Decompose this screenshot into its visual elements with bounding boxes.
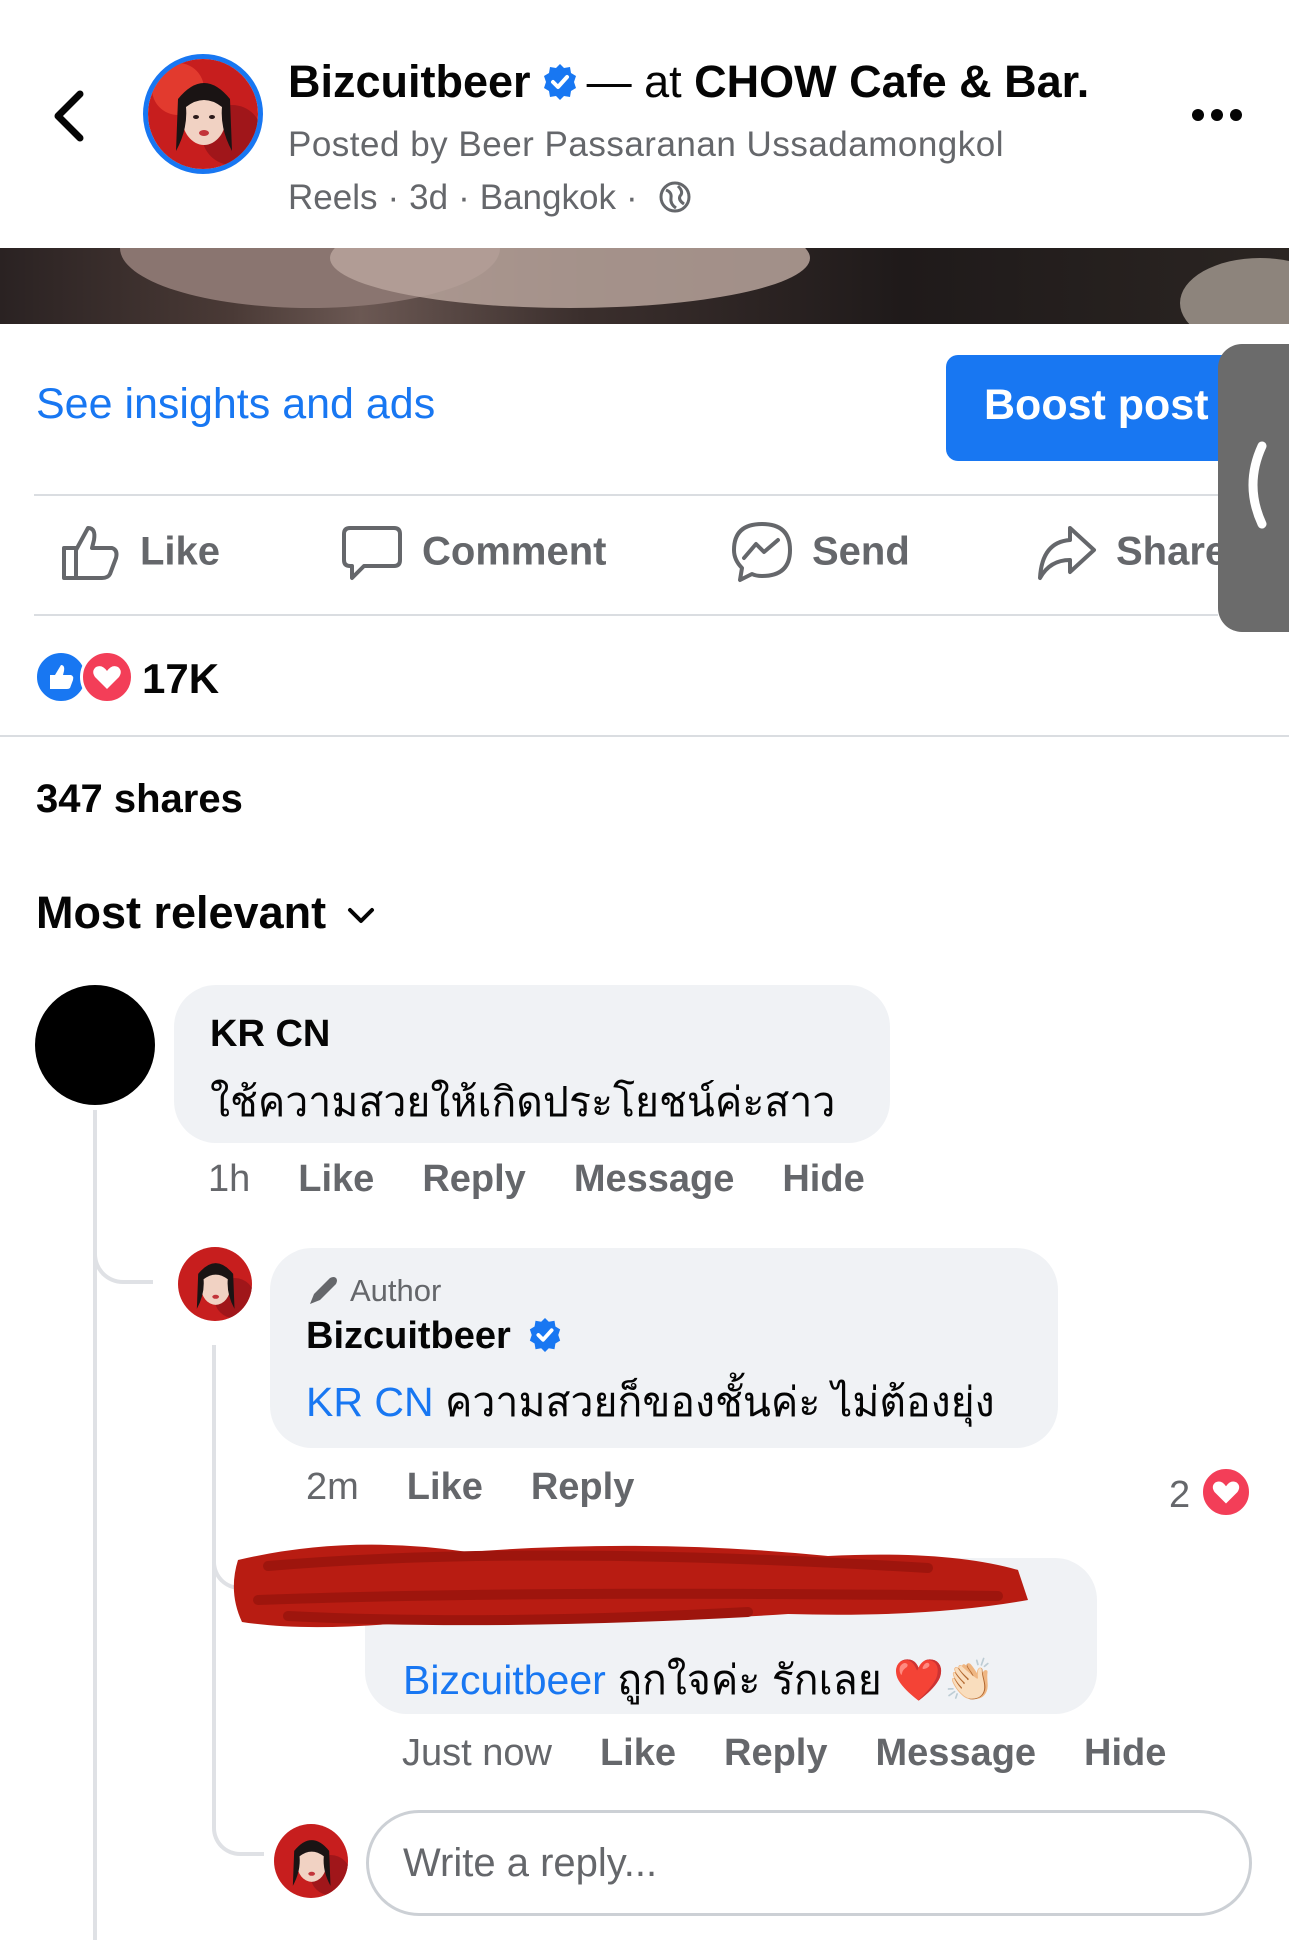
comment-reply-button[interactable]: Reply	[531, 1466, 634, 1508]
commenter-name[interactable]: Bizcuitbeer	[306, 1315, 511, 1357]
share-label: Share	[1116, 529, 1218, 574]
thread-line	[212, 1345, 216, 1825]
avatar-image	[148, 59, 258, 169]
comment-like-button[interactable]: Like	[407, 1466, 483, 1508]
reel-media-preview[interactable]	[0, 248, 1289, 324]
reaction-number: 2	[1169, 1474, 1191, 1516]
comment-time: 2m	[306, 1466, 359, 1508]
more-options-icon[interactable]	[1190, 107, 1244, 123]
comment-reaction-count[interactable]: 2	[1169, 1466, 1253, 1518]
shares-count[interactable]: 347 shares	[36, 777, 243, 822]
divider	[0, 735, 1289, 737]
comment-label: Comment	[422, 529, 607, 574]
post-meta: Reels · 3d · Bangkok ·	[288, 178, 692, 218]
share-arrow-icon	[1038, 526, 1096, 580]
verified-badge-icon	[543, 64, 576, 100]
love-reaction-icon	[1200, 1466, 1253, 1518]
meta-separator: ·	[625, 178, 638, 217]
post-type: Reels	[288, 178, 378, 217]
like-label: Like	[140, 529, 221, 574]
comment-bubble: KR CN ใช้ความสวยให้เกิดประโยชน์ค่ะสาว	[174, 985, 890, 1143]
back-chevron-icon[interactable]	[48, 88, 92, 144]
like-action-button[interactable]: Like	[58, 520, 220, 590]
love-reaction-icon	[80, 650, 134, 704]
comment-message-button[interactable]: Message	[876, 1732, 1037, 1774]
commenter-name-row: Bizcuitbeer	[306, 1315, 1058, 1358]
page-name[interactable]: Bizcuitbeer	[288, 56, 531, 107]
sort-label: Most relevant	[36, 887, 327, 938]
avatar-image	[178, 1247, 252, 1321]
pen-icon	[310, 1277, 337, 1304]
meta-separator: ·	[458, 178, 470, 217]
comment-reply-button[interactable]: Reply	[422, 1158, 525, 1200]
redaction-scribble	[233, 1544, 1029, 1628]
page-avatar[interactable]	[143, 54, 263, 174]
comment-actions: 1h Like Reply Message Hide	[208, 1158, 913, 1201]
share-action-button[interactable]: Share	[1034, 520, 1218, 590]
messenger-icon	[732, 522, 792, 582]
thread-connector	[93, 1230, 153, 1284]
thumbs-up-icon	[62, 526, 119, 580]
media-shape	[1180, 258, 1289, 324]
send-label: Send	[812, 529, 910, 574]
comment-sort-dropdown[interactable]: Most relevant	[36, 887, 376, 939]
divider	[34, 494, 1218, 496]
commenter-name[interactable]: KR CN	[210, 1013, 890, 1056]
location-prefix: — at	[586, 56, 682, 107]
comment-body: KR CN ความสวยก็ของชั้นค่ะ ไม่ต้องยุ่ง	[306, 1370, 1058, 1435]
comment-reply-button[interactable]: Reply	[724, 1732, 827, 1774]
comment-actions: 2m Like Reply	[306, 1466, 682, 1509]
chevron-down-icon	[348, 908, 375, 924]
comment-text: ความสวยก็ของชั้นค่ะ ไม่ต้องยุ่ง	[444, 1379, 995, 1425]
comment-action-button[interactable]: Comment	[340, 520, 606, 590]
divider	[34, 614, 1218, 616]
comment-like-button[interactable]: Like	[600, 1732, 676, 1774]
comment-message-button[interactable]: Message	[574, 1158, 735, 1200]
comment-body: Bizcuitbeer ถูกใจค่ะ รักเลย ❤️👏🏻	[403, 1648, 1097, 1713]
commenter-avatar[interactable]	[35, 985, 155, 1105]
comment-hide-button[interactable]: Hide	[782, 1158, 864, 1200]
post-age: 3d	[409, 178, 449, 217]
comment-hide-button[interactable]: Hide	[1084, 1732, 1166, 1774]
see-insights-link[interactable]: See insights and ads	[36, 380, 435, 429]
thread-connector	[212, 1800, 264, 1856]
reaction-count[interactable]: 17K	[142, 655, 219, 703]
post-city: Bangkok	[479, 178, 616, 217]
comment-text: ถูกใจค่ะ รักเลย ❤️👏🏻	[617, 1657, 996, 1703]
current-user-avatar	[274, 1824, 348, 1898]
comment-like-button[interactable]: Like	[298, 1158, 374, 1200]
post-title: Bizcuitbeer — at CHOW Cafe & Bar.	[288, 56, 1089, 108]
avatar-image	[274, 1824, 348, 1898]
globe-icon	[659, 181, 691, 213]
comment-time: 1h	[208, 1158, 251, 1200]
comment-time: Just now	[402, 1732, 552, 1774]
posted-by-text: Posted by Beer Passaranan Ussadamongkol	[288, 125, 1005, 164]
author-badge: Author	[306, 1272, 1058, 1309]
comment-actions: Just now Like Reply Message Hide	[402, 1732, 1214, 1775]
location-name[interactable]: CHOW Cafe & Bar.	[694, 56, 1089, 107]
author-avatar[interactable]	[178, 1247, 252, 1321]
verified-badge-icon	[530, 1317, 561, 1353]
mention-link[interactable]: Bizcuitbeer	[403, 1657, 606, 1703]
reply-input[interactable]	[366, 1810, 1252, 1916]
meta-separator: ·	[387, 178, 400, 217]
side-chevron-icon[interactable]	[1236, 440, 1270, 530]
boost-post-button[interactable]: Boost post	[946, 355, 1236, 461]
comment-bubble: Author Bizcuitbeer KR CN ความสวยก็ของชั้…	[270, 1248, 1058, 1448]
author-badge-label: Author	[350, 1273, 442, 1308]
comment-text: ใช้ความสวยให้เกิดประโยชน์ค่ะสาว	[210, 1079, 836, 1125]
post-header: Bizcuitbeer — at CHOW Cafe & Bar. Posted…	[0, 0, 1289, 248]
send-action-button[interactable]: Send	[730, 520, 910, 590]
comment-icon	[342, 526, 402, 580]
mention-link[interactable]: KR CN	[306, 1379, 434, 1425]
